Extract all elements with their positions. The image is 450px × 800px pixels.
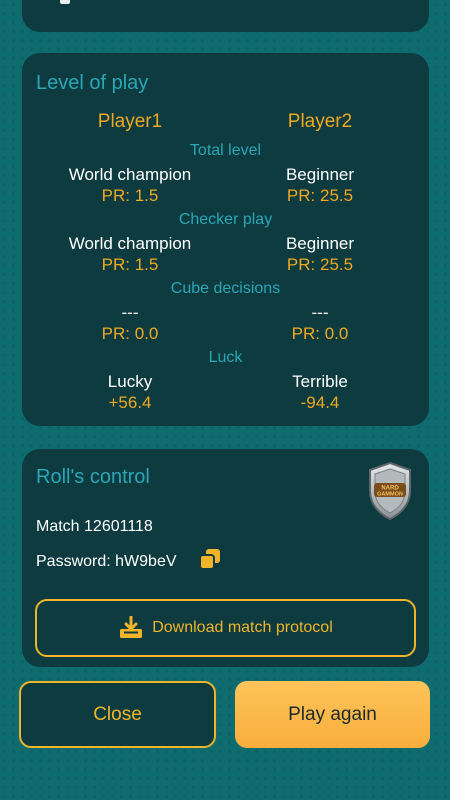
- level-of-play-card: Level of play Player1 Player2 Total leve…: [22, 53, 429, 426]
- player2-total-level: Beginner: [285, 165, 355, 184]
- player-header-row: Player1 Player2: [22, 111, 429, 133]
- player2-luck-level: Terrible: [292, 372, 348, 391]
- player2-luck-value: -94.4: [300, 393, 340, 412]
- player1-cube-pr: PR: 0.0: [101, 324, 159, 343]
- player2-cube-level: ---: [311, 303, 329, 322]
- player2-total-pr: PR: 25.5: [286, 186, 354, 205]
- luck-value-row: +56.4 -94.4: [22, 393, 429, 415]
- player2-checker-pr: PR: 25.5: [286, 255, 354, 274]
- close-button[interactable]: Close: [19, 681, 216, 748]
- player1-label: Player1: [97, 111, 163, 132]
- checker-level-row: World champion Beginner: [22, 234, 429, 256]
- player2-checker-level: Beginner: [285, 234, 355, 253]
- player1-luck-value: +56.4: [108, 393, 152, 412]
- player1-checker-level: World champion: [68, 234, 192, 253]
- luck-level-row: Lucky Terrible: [22, 372, 429, 394]
- previous-card: [22, 0, 429, 32]
- copy-icon[interactable]: [198, 547, 222, 571]
- cube-level-row: --- ---: [22, 303, 429, 325]
- cube-pr-row: PR: 0.0 PR: 0.0: [22, 324, 429, 346]
- player1-checker-pr: PR: 1.5: [101, 255, 159, 274]
- match-number: Match 12601118: [36, 518, 153, 535]
- player2-cube-pr: PR: 0.0: [291, 324, 349, 343]
- section-cube-decisions-label: Cube decisions: [170, 280, 281, 297]
- section-checker-play-label: Checker play: [178, 211, 273, 228]
- badge-text-bottom: GAMMON: [377, 492, 403, 498]
- player2-label: Player2: [287, 111, 353, 132]
- rolls-control-card: Roll's control NARD GAMMON Match 1260111…: [22, 449, 429, 667]
- password-text: Password: hW9beV: [36, 553, 177, 570]
- player1-cube-level: ---: [121, 303, 139, 322]
- section-luck-label: Luck: [208, 349, 243, 366]
- play-again-button[interactable]: Play again: [235, 681, 430, 748]
- rolls-control-title: Roll's control: [36, 466, 150, 488]
- player1-total-pr: PR: 1.5: [101, 186, 159, 205]
- player1-total-level: World champion: [68, 165, 192, 184]
- partial-icon: [60, 0, 70, 4]
- download-protocol-label: Download match protocol: [152, 619, 333, 636]
- nard-gammon-badge-icon: NARD GAMMON: [369, 461, 411, 521]
- download-protocol-button[interactable]: Download match protocol: [35, 599, 416, 657]
- total-level-row: World champion Beginner: [22, 165, 429, 187]
- section-total-level-label: Total level: [189, 142, 262, 159]
- checker-pr-row: PR: 1.5 PR: 25.5: [22, 255, 429, 277]
- player1-luck-level: Lucky: [107, 372, 153, 391]
- level-of-play-title: Level of play: [36, 72, 149, 94]
- total-pr-row: PR: 1.5 PR: 25.5: [22, 186, 429, 208]
- download-icon: [120, 616, 143, 638]
